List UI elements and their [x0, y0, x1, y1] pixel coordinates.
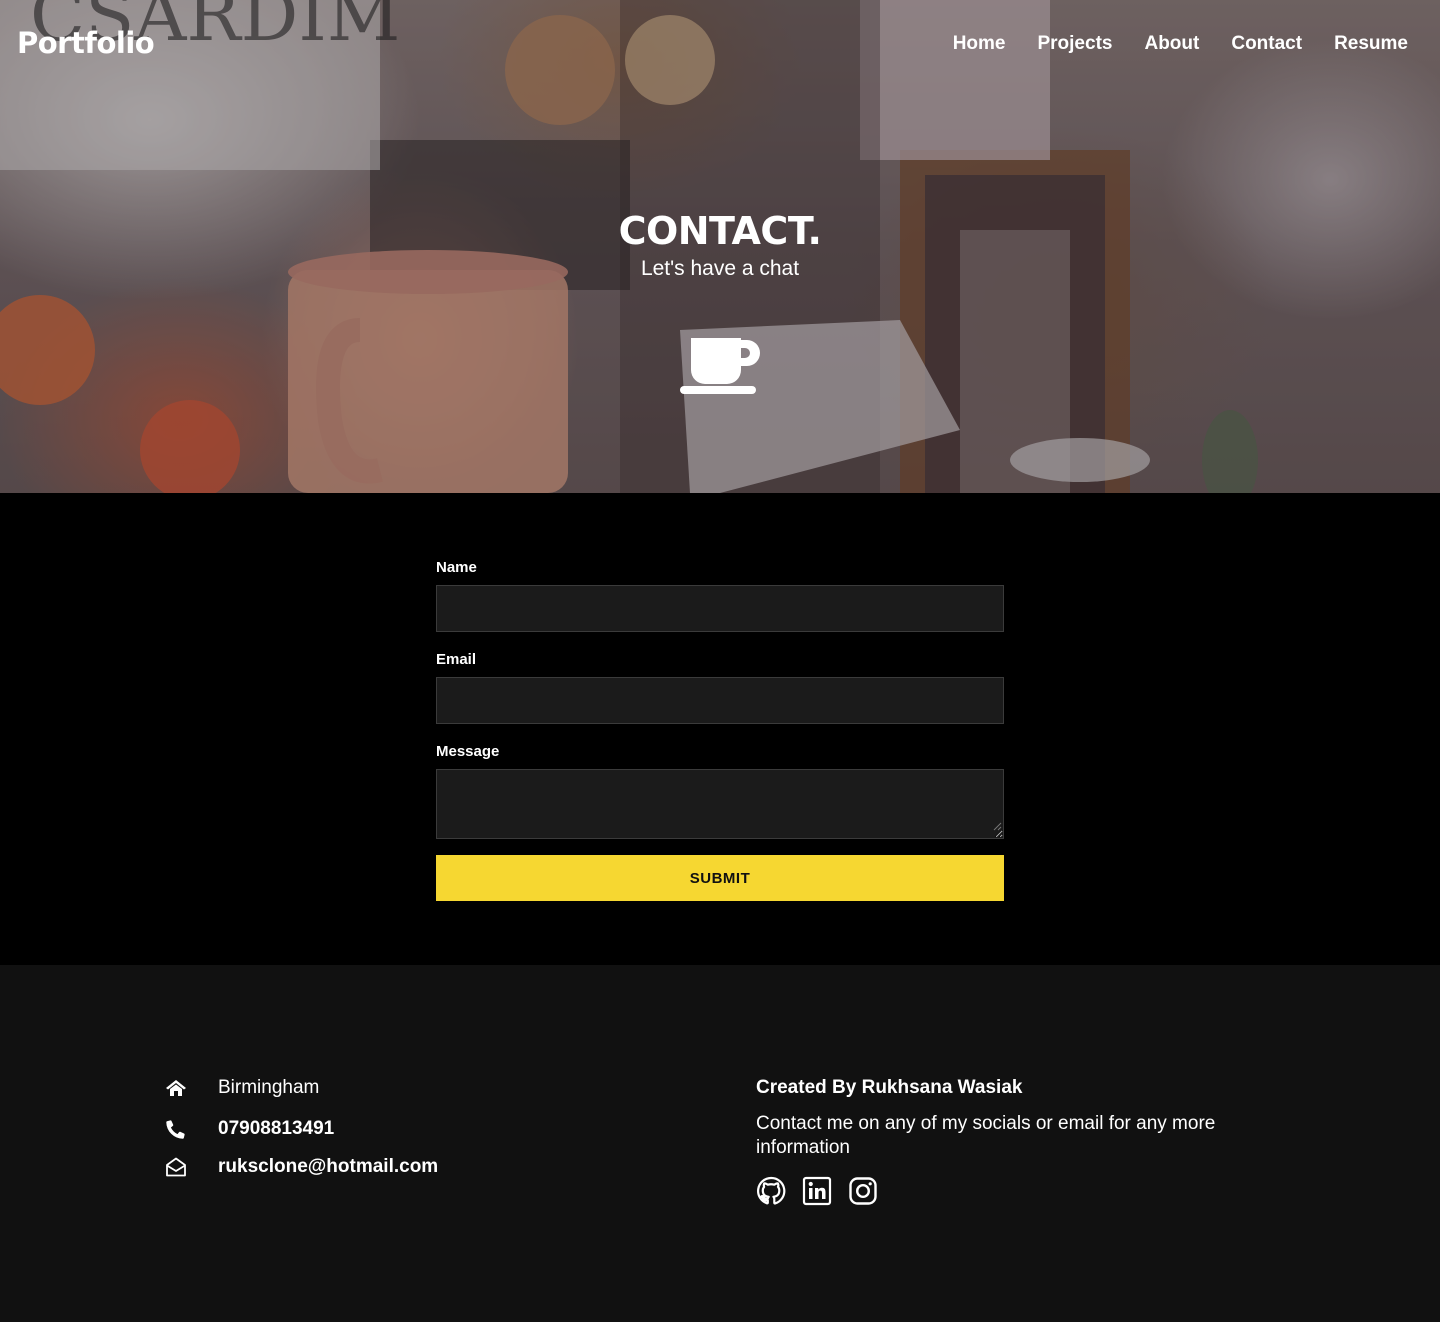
nav-resume[interactable]: Resume [1334, 33, 1408, 55]
hero-section: CSARDIM Portfolio Home Projects About Co… [0, 0, 1440, 493]
linkedin-icon[interactable] [802, 1176, 832, 1206]
nav-contact[interactable]: Contact [1231, 33, 1302, 55]
contact-info-email: ruksclone@hotmail.com [165, 1156, 438, 1178]
message-textarea[interactable] [436, 769, 1004, 839]
github-icon[interactable] [756, 1176, 786, 1206]
submit-button[interactable]: SUBMIT [436, 855, 1004, 901]
footer-blurb: Contact me on any of my socials or email… [756, 1113, 1216, 1158]
email-label: Email [436, 651, 477, 668]
message-label: Message [436, 743, 500, 760]
nav-home[interactable]: Home [953, 33, 1006, 55]
resize-handle-icon[interactable] [993, 822, 1002, 831]
page-subtitle: Let's have a chat [640, 257, 800, 280]
coffee-cup-icon [680, 338, 760, 394]
nav-projects[interactable]: Projects [1037, 33, 1112, 55]
location-text: Birmingham [218, 1077, 320, 1098]
footer: Birmingham 07908813491 ruksclone@hotmail… [0, 965, 1440, 1322]
nav-about[interactable]: About [1144, 33, 1199, 55]
contact-info-location: Birmingham [165, 1077, 319, 1099]
credit-heading: Created By Rukhsana Wasiak [756, 1077, 1023, 1098]
instagram-icon[interactable] [848, 1176, 878, 1206]
main-nav: Home Projects About Contact Resume [953, 33, 1408, 55]
contact-form-section: Name Email Message SUBMIT [0, 493, 1440, 965]
page-title: CONTACT. [618, 209, 822, 253]
email-link[interactable]: ruksclone@hotmail.com [218, 1156, 438, 1178]
name-input[interactable] [436, 585, 1004, 632]
email-input[interactable] [436, 677, 1004, 724]
name-label: Name [436, 559, 477, 576]
home-icon [166, 1080, 186, 1096]
phone-text[interactable]: 07908813491 [218, 1118, 334, 1140]
contact-info-phone: 07908813491 [165, 1118, 334, 1140]
brand-logo[interactable]: Portfolio [17, 26, 155, 60]
phone-icon [166, 1120, 185, 1139]
envelope-open-icon [166, 1157, 186, 1177]
